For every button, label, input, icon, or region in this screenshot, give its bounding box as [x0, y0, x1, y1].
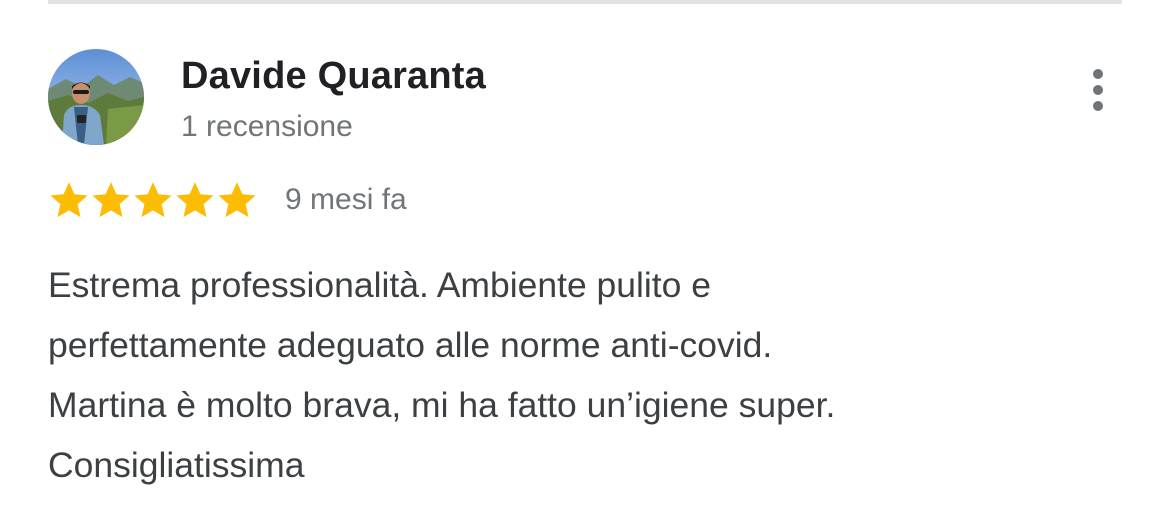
rating-row: 9 mesi fa — [48, 178, 407, 222]
more-options-button[interactable] — [1078, 66, 1118, 116]
review-text: Estrema professionalità. Ambiente pulito… — [48, 265, 836, 485]
reviewer-avatar[interactable] — [48, 49, 144, 145]
star-icon — [176, 182, 214, 218]
star-icon — [50, 182, 88, 218]
star-icon — [92, 182, 130, 218]
star-icon — [218, 182, 256, 218]
star-rating — [48, 179, 258, 221]
reviewer-name[interactable]: Davide Quaranta — [181, 55, 486, 98]
avatar-photo-icon — [48, 49, 144, 145]
review-card: Davide Quaranta 1 recensione 9 mesi fa E… — [0, 0, 1170, 515]
star-icon — [134, 182, 172, 218]
reviewer-review-count[interactable]: 1 recensione — [181, 110, 353, 144]
more-vert-icon — [1093, 69, 1103, 111]
review-date: 9 mesi fa — [285, 183, 407, 216]
